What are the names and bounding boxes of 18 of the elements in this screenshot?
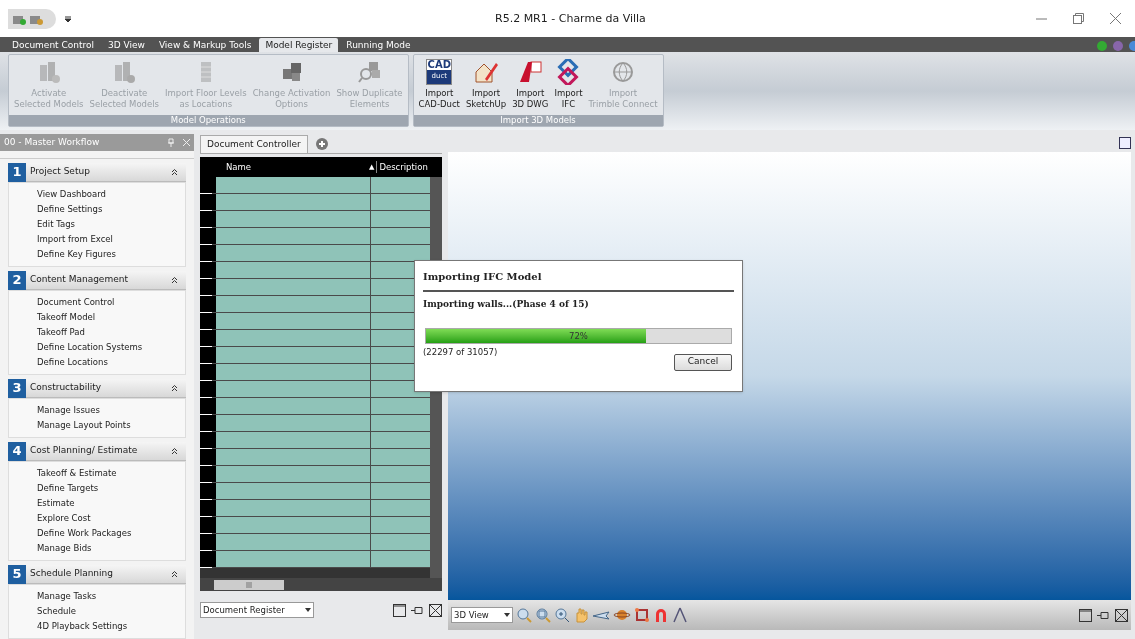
panel-title: 00 - Master Workflow <box>4 135 100 149</box>
step-number: 1 <box>8 162 26 182</box>
dialog-title: Importing IFC Model <box>423 269 734 292</box>
step-number: 2 <box>8 270 26 290</box>
phase-text: Importing walls...(Phase 4 of 15) <box>423 298 590 311</box>
window-title: R5.2 MR1 - Charme da Villa <box>495 11 646 27</box>
group-label: Import 3D Models <box>413 115 663 126</box>
section-title: Content Management <box>30 273 128 287</box>
step-number: 3 <box>8 378 26 398</box>
step-number: 5 <box>8 564 26 584</box>
section-title: Project Setup <box>30 165 90 179</box>
section-title: Cost Planning/ Estimate <box>30 444 138 458</box>
progress-percent: 72% <box>569 329 588 343</box>
step-number: 4 <box>8 441 26 461</box>
section-title: Schedule Planning <box>30 567 113 581</box>
group-label: Model Operations <box>9 115 408 126</box>
progress-count: (22297 of 31057) <box>423 345 498 359</box>
section-title: Constructability <box>30 381 102 395</box>
